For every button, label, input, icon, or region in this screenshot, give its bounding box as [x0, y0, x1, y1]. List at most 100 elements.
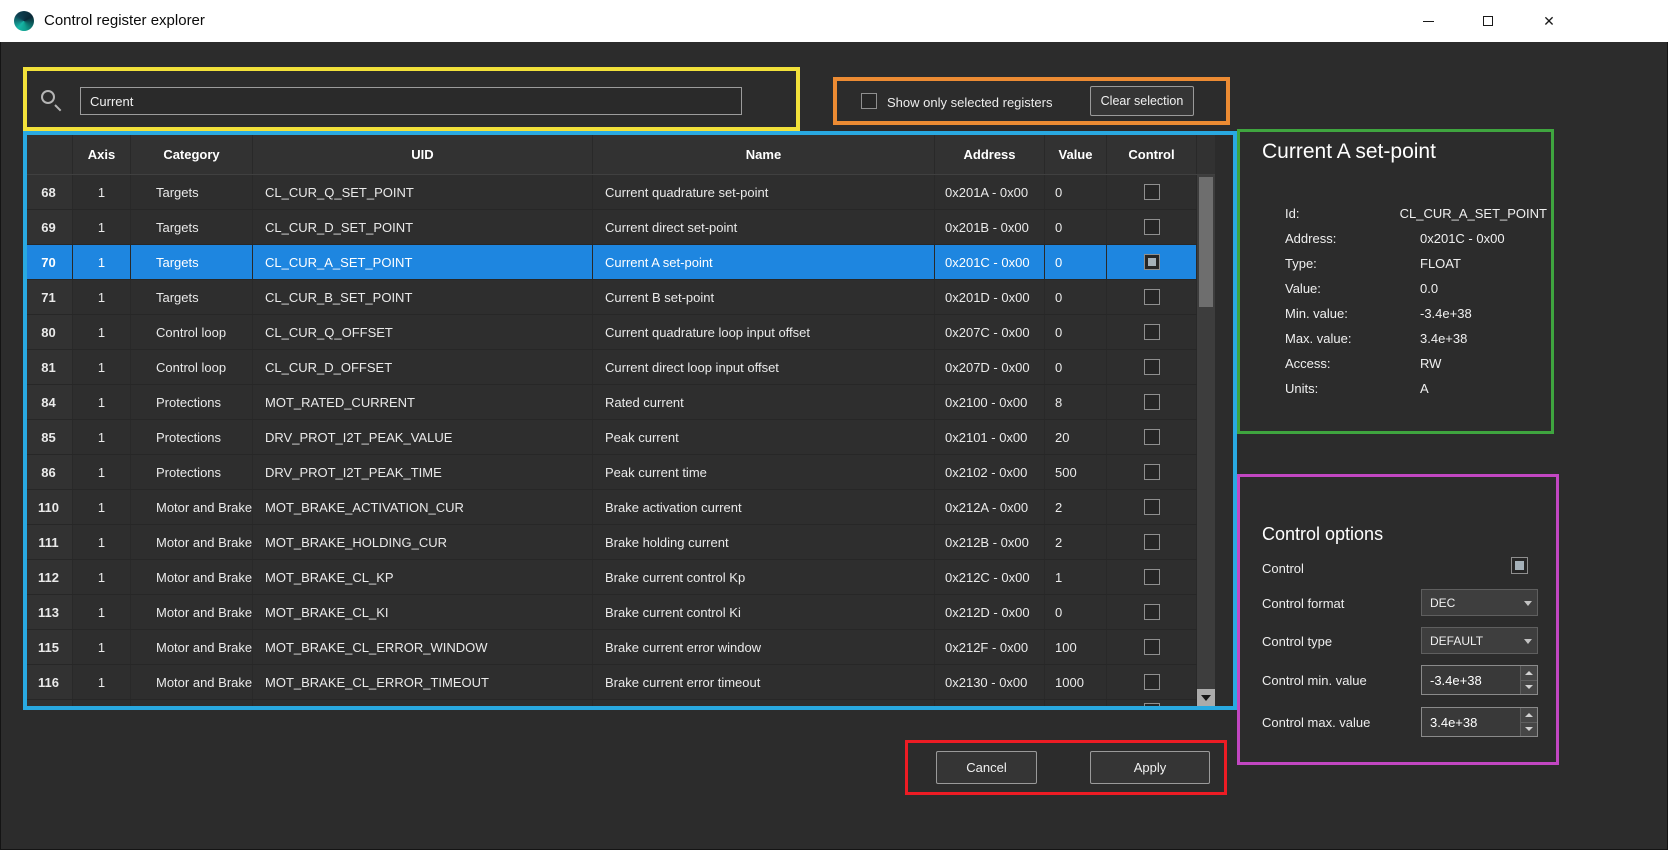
row-control-checkbox[interactable] — [1144, 394, 1160, 410]
row-control-checkbox[interactable] — [1144, 289, 1160, 305]
table-row[interactable] — [25, 700, 1197, 707]
spin-down-icon[interactable] — [1521, 681, 1537, 695]
cell-num: 85 — [25, 420, 73, 454]
header-value[interactable]: Value — [1045, 135, 1107, 174]
spin-up-icon[interactable] — [1521, 708, 1537, 723]
control-type-label: Control type — [1262, 634, 1332, 649]
row-control-checkbox[interactable] — [1144, 429, 1160, 445]
header-name[interactable]: Name — [593, 135, 935, 174]
vertical-scrollbar[interactable] — [1197, 175, 1215, 707]
cell-num: 70 — [25, 245, 73, 279]
row-control-checkbox[interactable] — [1144, 219, 1160, 235]
table-row[interactable]: 1111Motor and BrakeMOT_BRAKE_HOLDING_CUR… — [25, 525, 1197, 560]
cell-uid: CL_CUR_B_SET_POINT — [253, 280, 593, 314]
table-row[interactable]: 691TargetsCL_CUR_D_SET_POINTCurrent dire… — [25, 210, 1197, 245]
cell-name: Peak current time — [593, 455, 935, 489]
clear-selection-button[interactable]: Clear selection — [1090, 86, 1194, 116]
table-row[interactable]: 1101Motor and BrakeMOT_BRAKE_ACTIVATION_… — [25, 490, 1197, 525]
control-options-title: Control options — [1262, 524, 1383, 545]
cell-axis: 1 — [73, 175, 131, 209]
cell-category: Protections — [131, 420, 253, 454]
spin-down-icon[interactable] — [1521, 723, 1537, 737]
row-control-checkbox[interactable] — [1144, 499, 1160, 515]
cell-address: 0x201B - 0x00 — [935, 210, 1045, 244]
row-control-checkbox[interactable] — [1144, 703, 1160, 707]
maximize-button[interactable] — [1465, 0, 1511, 42]
cell-axis: 1 — [73, 630, 131, 664]
table-row[interactable]: 861ProtectionsDRV_PROT_I2T_PEAK_TIMEPeak… — [25, 455, 1197, 490]
cell-axis: 1 — [73, 665, 131, 699]
cell-uid: MOT_BRAKE_CL_ERROR_TIMEOUT — [253, 665, 593, 699]
cell-control — [1107, 350, 1197, 384]
table-row[interactable]: 711TargetsCL_CUR_B_SET_POINTCurrent B se… — [25, 280, 1197, 315]
cell-uid: MOT_BRAKE_CL_ERROR_WINDOW — [253, 630, 593, 664]
close-button[interactable]: ✕ — [1526, 0, 1572, 42]
control-min-spinbox[interactable]: -3.4e+38 — [1421, 665, 1538, 695]
cell-uid: MOT_BRAKE_CL_KI — [253, 595, 593, 629]
control-max-spinbox[interactable]: 3.4e+38 — [1421, 707, 1538, 737]
table-row[interactable]: 811Control loopCL_CUR_D_OFFSETCurrent di… — [25, 350, 1197, 385]
control-format-dropdown[interactable]: DEC — [1421, 589, 1538, 616]
cell-num: 80 — [25, 315, 73, 349]
cell-axis: 1 — [73, 280, 131, 314]
header-row-number[interactable] — [25, 135, 73, 174]
header-category[interactable]: Category — [131, 135, 253, 174]
table-row[interactable]: 1131Motor and BrakeMOT_BRAKE_CL_KIBrake … — [25, 595, 1197, 630]
row-control-checkbox[interactable] — [1144, 639, 1160, 655]
cell-axis: 1 — [73, 490, 131, 524]
cell-num: 112 — [25, 560, 73, 594]
table-row[interactable]: 1161Motor and BrakeMOT_BRAKE_CL_ERROR_TI… — [25, 665, 1197, 700]
search-input[interactable] — [80, 87, 742, 115]
row-control-checkbox[interactable] — [1144, 674, 1160, 690]
detail-field-value: 3.4e+38 — [1420, 331, 1467, 346]
cancel-button[interactable]: Cancel — [936, 751, 1037, 784]
cell-num: 111 — [25, 525, 73, 559]
table-row[interactable]: 701TargetsCL_CUR_A_SET_POINTCurrent A se… — [25, 245, 1197, 280]
row-control-checkbox[interactable] — [1144, 464, 1160, 480]
scrollbar-thumb[interactable] — [1199, 177, 1213, 307]
table-row[interactable]: 681TargetsCL_CUR_Q_SET_POINTCurrent quad… — [25, 175, 1197, 210]
table-row[interactable]: 1121Motor and BrakeMOT_BRAKE_CL_KPBrake … — [25, 560, 1197, 595]
spin-up-icon[interactable] — [1521, 666, 1537, 681]
cell-axis: 1 — [73, 525, 131, 559]
cell-address: 0x2130 - 0x00 — [935, 665, 1045, 699]
header-uid[interactable]: UID — [253, 135, 593, 174]
row-control-checkbox[interactable] — [1144, 569, 1160, 585]
cell-axis: 1 — [73, 595, 131, 629]
control-type-dropdown[interactable]: DEFAULT — [1421, 627, 1538, 654]
header-address[interactable]: Address — [935, 135, 1045, 174]
cell-category: Protections — [131, 455, 253, 489]
row-control-checkbox[interactable] — [1144, 184, 1160, 200]
control-checkbox[interactable] — [1511, 557, 1528, 574]
minimize-button[interactable] — [1405, 0, 1451, 42]
row-control-checkbox[interactable] — [1144, 254, 1160, 270]
table-row[interactable]: 841ProtectionsMOT_RATED_CURRENTRated cur… — [25, 385, 1197, 420]
window-title: Control register explorer — [44, 12, 205, 29]
row-control-checkbox[interactable] — [1144, 359, 1160, 375]
cell-control — [1107, 385, 1197, 419]
table-row[interactable]: 851ProtectionsDRV_PROT_I2T_PEAK_VALUEPea… — [25, 420, 1197, 455]
scrollbar-down-button[interactable] — [1197, 689, 1215, 707]
cell-value: 0 — [1045, 245, 1107, 279]
apply-button[interactable]: Apply — [1090, 751, 1210, 784]
row-control-checkbox[interactable] — [1144, 324, 1160, 340]
table-row[interactable]: 1151Motor and BrakeMOT_BRAKE_CL_ERROR_WI… — [25, 630, 1197, 665]
cell-control — [1107, 700, 1197, 707]
cell-name: Brake holding current — [593, 525, 935, 559]
spinbox-arrows — [1520, 666, 1537, 694]
cell-name: Brake activation current — [593, 490, 935, 524]
cell-category: Motor and Brake — [131, 630, 253, 664]
header-control[interactable]: Control — [1107, 135, 1197, 174]
show-only-selected-checkbox[interactable] — [861, 93, 877, 109]
cell-control — [1107, 455, 1197, 489]
row-control-checkbox[interactable] — [1144, 534, 1160, 550]
titlebar: Control register explorer ✕ — [0, 0, 1668, 42]
cell-category: Motor and Brake — [131, 595, 253, 629]
show-only-selected-label: Show only selected registers — [887, 95, 1052, 110]
table-row[interactable]: 801Control loopCL_CUR_Q_OFFSETCurrent qu… — [25, 315, 1197, 350]
chevron-down-icon — [1524, 601, 1532, 606]
cell-uid: CL_CUR_Q_OFFSET — [253, 315, 593, 349]
header-axis[interactable]: Axis — [73, 135, 131, 174]
cell-axis: 1 — [73, 455, 131, 489]
row-control-checkbox[interactable] — [1144, 604, 1160, 620]
